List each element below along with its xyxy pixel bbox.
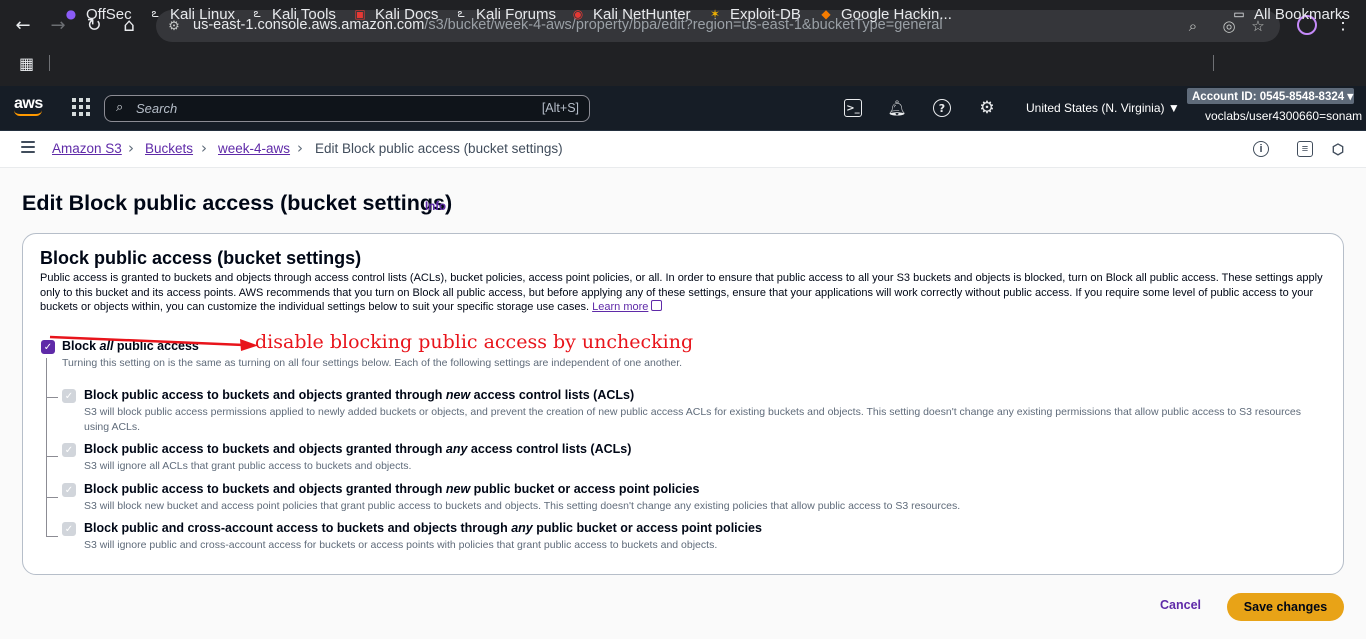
info-panel-icon[interactable]: i: [1253, 141, 1269, 157]
panel-description: Public access is granted to buckets and …: [40, 272, 1323, 313]
breadcrumb-bucket[interactable]: week-4-aws: [218, 141, 290, 156]
page-title: Edit Block public access (bucket setting…: [22, 191, 453, 215]
gear-icon[interactable]: ⚙: [978, 98, 996, 118]
kali-dragon-icon: ఽ: [151, 5, 159, 20]
new-policies-label[interactable]: Block public access to buckets and objec…: [84, 482, 699, 496]
kali-dragon-icon: ఽ: [457, 5, 465, 20]
exploit-db-icon: ✶: [709, 7, 721, 21]
block-all-description: Turning this setting on is the same as t…: [62, 357, 683, 369]
tree-connector: [46, 456, 58, 457]
settings-hex-icon[interactable]: ⬡: [1330, 141, 1346, 157]
bell-icon[interactable]: 🔔︎: [887, 99, 906, 117]
new-acls-checkbox[interactable]: ✓: [62, 389, 76, 403]
docs-icon: ▣: [354, 7, 366, 21]
chevron-right-icon: ›: [297, 139, 303, 157]
bookmark-separator: [49, 55, 50, 71]
kali-dragon-icon: ఽ: [253, 5, 261, 20]
any-acls-label[interactable]: Block public access to buckets and objec…: [84, 442, 631, 456]
chevron-right-icon: ›: [128, 139, 134, 157]
help-icon[interactable]: ?: [933, 99, 951, 117]
folder-icon: ▭: [1233, 7, 1245, 21]
bookmark-google-hacking[interactable]: ◆ Google Hackin...: [818, 3, 952, 25]
search-shortcut: [Alt+S]: [541, 101, 579, 115]
tree-connector: [46, 497, 58, 498]
new-policies-description: S3 will block new bucket and access poin…: [84, 500, 961, 512]
learn-more-link[interactable]: Learn more: [592, 301, 648, 313]
region-selector[interactable]: United States (N. Virginia) ▼: [1026, 101, 1180, 115]
nethunter-icon: ◉: [572, 7, 584, 21]
save-changes-button[interactable]: Save changes: [1227, 593, 1344, 621]
any-acls-description: S3 will ignore all ACLs that grant publi…: [84, 460, 412, 472]
new-acls-description: S3 will block public access permissions …: [84, 406, 1301, 433]
bookmark-kali-linux[interactable]: ఽ Kali Linux: [147, 3, 235, 25]
info-link[interactable]: Info: [425, 201, 446, 213]
bookmark-offsec[interactable]: ● OffSec: [63, 3, 132, 25]
breadcrumb-amazon-s3[interactable]: Amazon S3: [52, 141, 122, 156]
all-bookmarks[interactable]: ▭ All Bookmarks: [1231, 3, 1350, 25]
services-menu-icon[interactable]: [72, 98, 90, 116]
chevron-right-icon: ›: [201, 139, 207, 157]
aws-logo-smile: [14, 110, 42, 116]
ghdb-icon: ◆: [821, 7, 831, 21]
hamburger-menu-icon[interactable]: [21, 141, 35, 153]
external-link-icon: [651, 300, 663, 311]
any-policies-description: S3 will ignore public and cross-account …: [84, 539, 718, 551]
bookmark-exploit-db[interactable]: ✶ Exploit-DB: [707, 3, 801, 25]
bookmark-kali-tools[interactable]: ఽ Kali Tools: [249, 3, 335, 25]
search-icon: ⌕: [116, 100, 124, 115]
zoom-icon[interactable]: ⌕: [1183, 16, 1203, 36]
search-input[interactable]: ⌕ Search [Alt+S]: [104, 95, 590, 122]
annotation-text: disable blocking public access by unchec…: [255, 331, 694, 353]
panel-title: Block public access (bucket settings): [40, 248, 362, 268]
cloudshell-icon[interactable]: >_: [844, 99, 862, 117]
bookmark-kali-docs[interactable]: ▣ Kali Docs: [352, 3, 438, 25]
offsec-icon: ●: [65, 7, 77, 21]
tree-connector: [46, 358, 47, 536]
bookmark-separator: [1213, 55, 1214, 71]
bookmark-kali-forums[interactable]: ఽ Kali Forums: [453, 3, 556, 25]
annotation-arrow: [49, 335, 258, 351]
new-acls-label[interactable]: Block public access to buckets and objec…: [84, 388, 634, 402]
apps-grid-icon[interactable]: ▦: [19, 54, 34, 73]
user-name[interactable]: voclabs/user4300660=sonam: [1205, 109, 1362, 123]
breadcrumb-current: Edit Block public access (bucket setting…: [315, 141, 563, 156]
back-icon[interactable]: ←: [12, 14, 34, 36]
tree-connector: [46, 536, 58, 537]
breadcrumb-buckets[interactable]: Buckets: [145, 141, 193, 156]
new-policies-checkbox[interactable]: ✓: [62, 483, 76, 497]
notes-icon[interactable]: ≡: [1297, 141, 1313, 157]
tree-connector: [46, 397, 58, 398]
any-policies-checkbox[interactable]: ✓: [62, 522, 76, 536]
account-id-badge[interactable]: Account ID: 0545-8548-8324 ▾: [1187, 88, 1354, 104]
search-placeholder: Search: [136, 101, 178, 116]
cancel-button[interactable]: Cancel: [1160, 598, 1201, 612]
any-acls-checkbox[interactable]: ✓: [62, 443, 76, 457]
any-policies-label[interactable]: Block public and cross-account access to…: [84, 521, 762, 535]
bookmark-kali-nethunter[interactable]: ◉ Kali NetHunter: [570, 3, 691, 25]
